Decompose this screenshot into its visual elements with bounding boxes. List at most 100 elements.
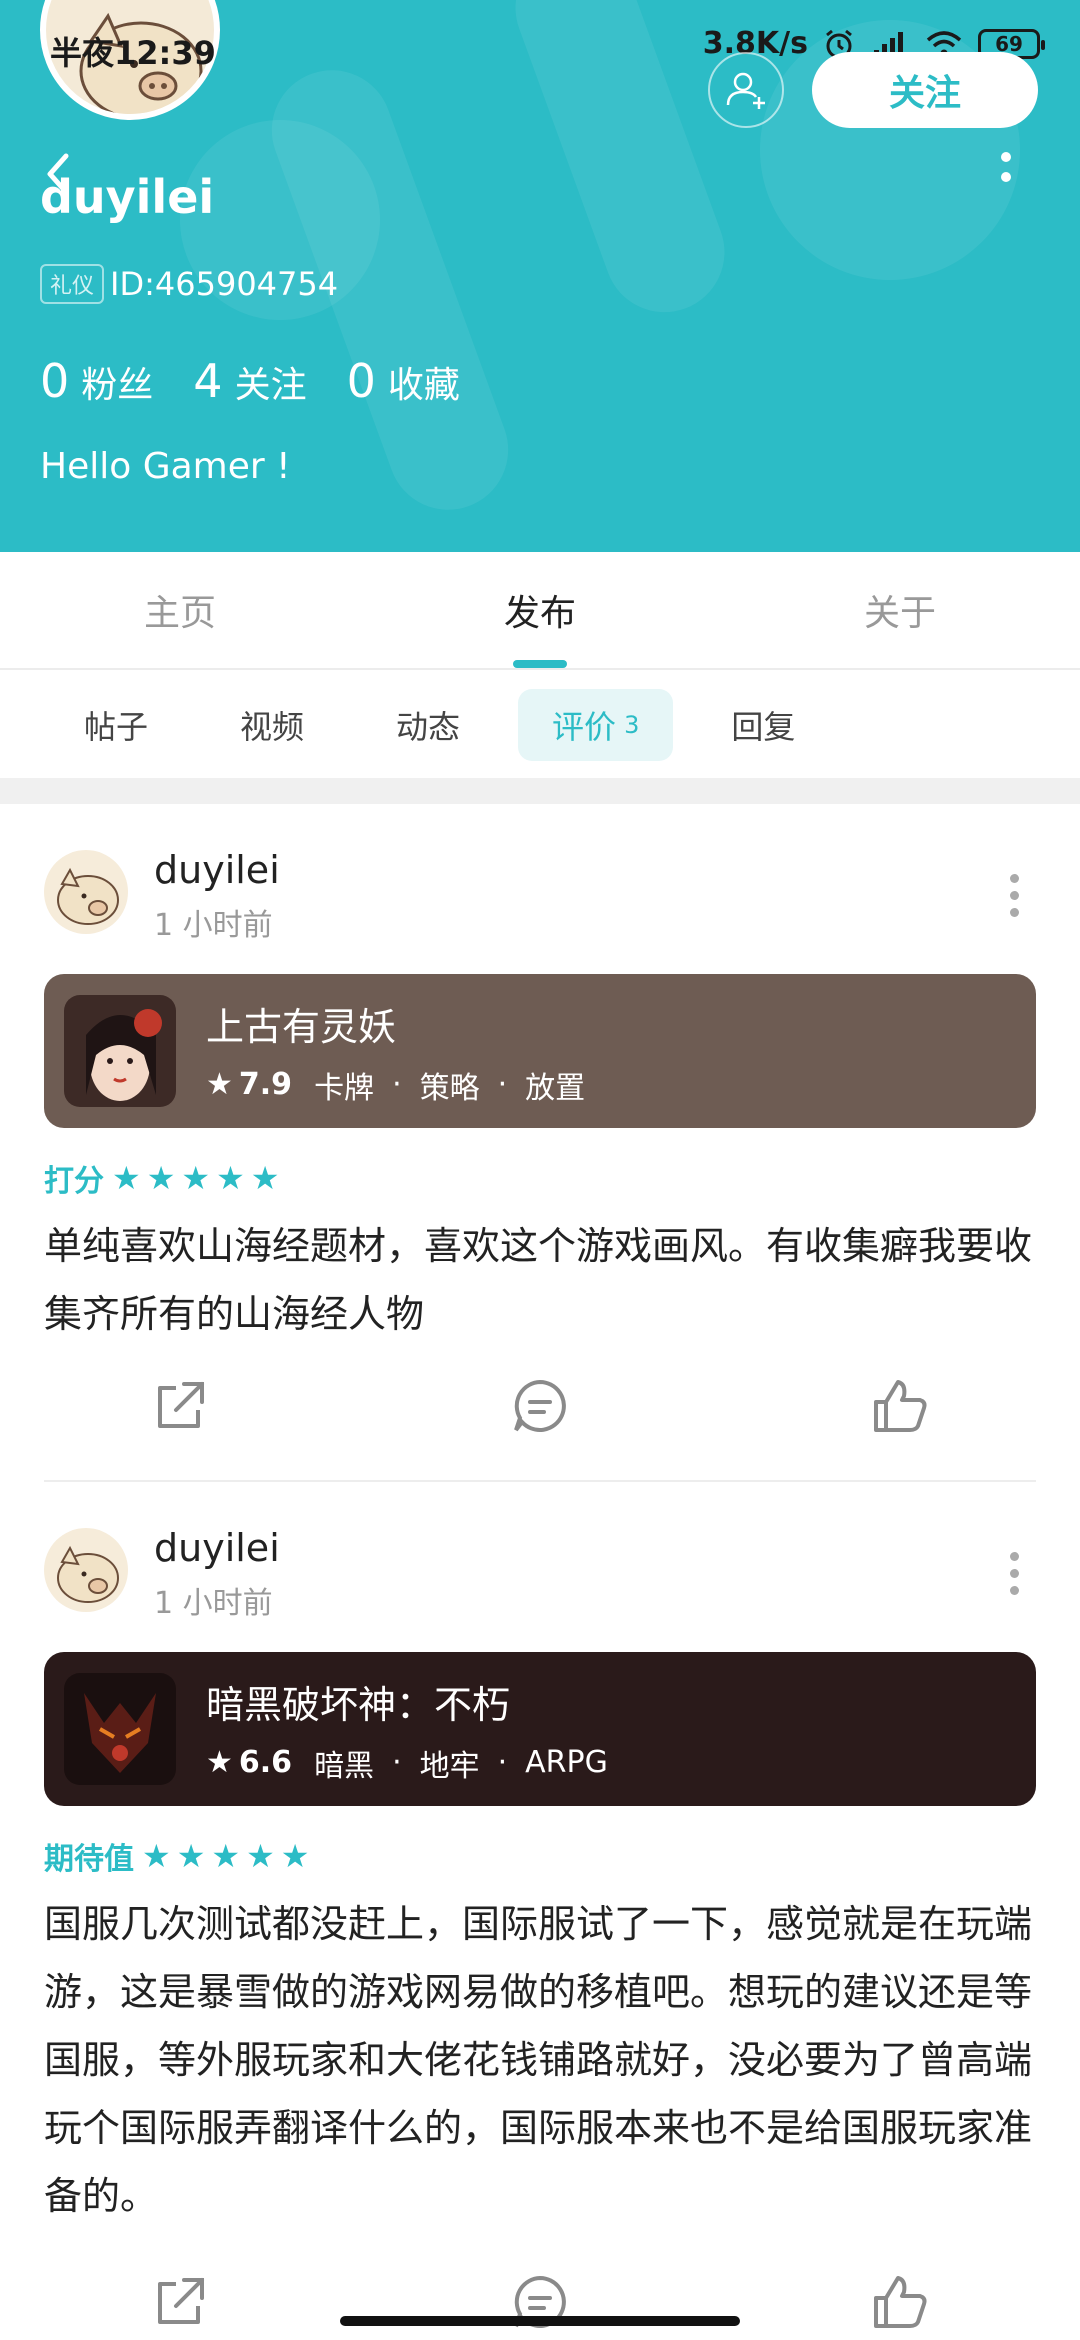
avatar[interactable] — [44, 850, 128, 934]
stat-number: 0 — [40, 354, 70, 408]
stat-following[interactable]: 4 关注 — [193, 354, 306, 408]
tag-separator: · — [392, 1067, 402, 1102]
game-card[interactable]: 上古有灵妖 ★ 7.9 卡牌 · 策略 · 放置 — [44, 974, 1036, 1128]
add-friend-button[interactable] — [708, 52, 784, 128]
review-time: 1 小时前 — [154, 1586, 273, 1621]
star-icon: ★ — [250, 1159, 280, 1197]
comment-button[interactable] — [360, 1376, 720, 1436]
like-button[interactable] — [720, 2272, 1080, 2332]
share-icon — [158, 2278, 204, 2324]
star-icon: ★ — [112, 1159, 141, 1197]
star-icon: ★ — [246, 1837, 275, 1875]
subtab-label: 回复 — [731, 708, 796, 746]
tag-separator: · — [392, 1745, 402, 1780]
sub-tabs: 帖子 视频 动态 评价 3 回复 — [0, 672, 1080, 778]
pig-avatar-icon — [57, 1545, 119, 1603]
game-tag: 卡牌 — [314, 1070, 375, 1106]
rating-label: 期待值 — [44, 1842, 134, 1877]
like-button[interactable] — [720, 1376, 1080, 1436]
review-card: duyilei 1 小时前 暗黑破坏神：不朽 ★ 6.6 暗黑 · 地牢 · A… — [0, 1482, 1080, 2340]
comment-icon — [514, 1379, 566, 1432]
stat-number: 4 — [193, 354, 223, 408]
star-icon: ★ — [176, 1837, 206, 1875]
game-icon — [64, 1673, 176, 1785]
star-icon: ★ — [206, 1745, 233, 1780]
stat-label: 粉丝 — [81, 365, 154, 406]
game-tag: 放置 — [525, 1070, 586, 1106]
game-tag: 策略 — [419, 1070, 480, 1106]
profile-id-row: 礼仪 ID:465904754 — [40, 264, 338, 304]
review-actions — [0, 1376, 1080, 1436]
game-meta: ★ 6.6 暗黑 · 地牢 · ARPG — [206, 1741, 608, 1785]
review-body[interactable]: 单纯喜欢山海经题材，喜欢这个游戏画风。有收集癖我要收集齐所有的山海经人物 — [44, 1212, 1044, 1348]
review-more-icon[interactable] — [1004, 1552, 1024, 1602]
profile-stats: 0 粉丝 4 关注 0 收藏 — [40, 354, 500, 408]
subtab-replies[interactable]: 回复 — [697, 689, 829, 761]
rating-stars: ★ ★ ★ ★ ★ — [142, 1840, 309, 1872]
profile-header: 半夜12:39 3.8K/s 69 关注 duyilei 礼仪 ID:46590… — [0, 0, 1080, 552]
star-icon: ★ — [206, 1067, 233, 1102]
tab-home[interactable]: 主页 — [0, 552, 360, 668]
share-button[interactable] — [0, 1376, 360, 1436]
game-score: 7.9 — [238, 1067, 293, 1102]
game-info: 暗黑破坏神：不朽 ★ 6.6 暗黑 · 地牢 · ARPG — [206, 1674, 608, 1785]
subtab-label: 动态 — [396, 708, 461, 746]
tag-separator: · — [497, 1067, 508, 1102]
subtab-reviews[interactable]: 评价 3 — [518, 689, 674, 761]
stat-number: 0 — [346, 354, 376, 408]
stat-fans[interactable]: 0 粉丝 — [40, 354, 153, 408]
stat-label: 收藏 — [387, 365, 460, 406]
more-options-icon[interactable] — [994, 148, 1018, 196]
review-card: duyilei 1 小时前 上古有灵妖 ★ 7.9 卡牌 · 策略 · 放置 打… — [0, 804, 1080, 1484]
profile-bio: Hello Gamer ! — [40, 446, 291, 487]
subtab-label: 评价 — [552, 708, 617, 746]
share-button[interactable] — [0, 2272, 360, 2332]
thumbs-up-icon — [874, 2276, 927, 2328]
game-info: 上古有灵妖 ★ 7.9 卡牌 · 策略 · 放置 — [206, 996, 585, 1107]
etiquette-badge: 礼仪 — [40, 264, 105, 304]
subtab-moments[interactable]: 动态 — [362, 689, 494, 761]
star-icon: ★ — [216, 1159, 245, 1197]
game-meta: ★ 7.9 卡牌 · 策略 · 放置 — [206, 1063, 585, 1107]
subtab-posts[interactable]: 帖子 — [50, 689, 182, 761]
game-tag: 暗黑 — [314, 1748, 375, 1784]
star-icon: ★ — [146, 1159, 176, 1197]
review-author[interactable]: duyilei — [154, 1526, 280, 1570]
game-title: 暗黑破坏神：不朽 — [206, 1682, 511, 1727]
stat-favorites[interactable]: 0 收藏 — [347, 354, 460, 408]
tab-about[interactable]: 关于 — [720, 552, 1080, 668]
add-user-icon — [726, 72, 765, 109]
review-body[interactable]: 国服几次测试都没赶上，国际服试了一下，感觉就是在玩端游，这是暴雪做的游戏网易做的… — [44, 1890, 1044, 2230]
rating-stars: ★ ★ ★ ★ ★ — [112, 1162, 279, 1194]
star-icon: ★ — [181, 1159, 211, 1197]
pig-avatar-icon — [57, 867, 119, 925]
tab-published[interactable]: 发布 — [360, 552, 720, 668]
home-indicator[interactable] — [340, 2316, 740, 2326]
star-icon: ★ — [211, 1837, 241, 1875]
review-more-icon[interactable] — [1004, 874, 1024, 924]
game-title: 上古有灵妖 — [206, 1004, 397, 1049]
subtab-count: 3 — [624, 711, 640, 739]
stat-label: 关注 — [234, 365, 307, 406]
status-time: 半夜12:39 — [50, 34, 216, 72]
thumbs-up-icon — [874, 1380, 927, 1432]
review-author[interactable]: duyilei — [154, 848, 280, 892]
game-tag: 地牢 — [419, 1748, 480, 1784]
follow-button[interactable]: 关注 — [812, 52, 1038, 128]
tag-separator: · — [497, 1745, 508, 1780]
subtab-videos[interactable]: 视频 — [206, 689, 338, 761]
profile-username: duyilei — [40, 170, 215, 224]
star-icon: ★ — [280, 1837, 310, 1875]
game-score: 6.6 — [238, 1745, 293, 1780]
subtab-label: 视频 — [240, 708, 305, 746]
rating-row: 打分 ★ ★ ★ ★ ★ — [44, 1156, 279, 1200]
game-tag: ARPG — [525, 1745, 608, 1780]
subtab-label: 帖子 — [84, 708, 149, 746]
rating-row: 期待值 ★ ★ ★ ★ ★ — [44, 1834, 309, 1878]
share-icon — [158, 1382, 204, 1428]
game-card[interactable]: 暗黑破坏神：不朽 ★ 6.6 暗黑 · 地牢 · ARPG — [44, 1652, 1036, 1806]
review-time: 1 小时前 — [154, 908, 273, 943]
avatar[interactable] — [44, 1528, 128, 1612]
main-tabs: 主页 发布 关于 — [0, 552, 1080, 670]
game-icon — [64, 995, 176, 1107]
